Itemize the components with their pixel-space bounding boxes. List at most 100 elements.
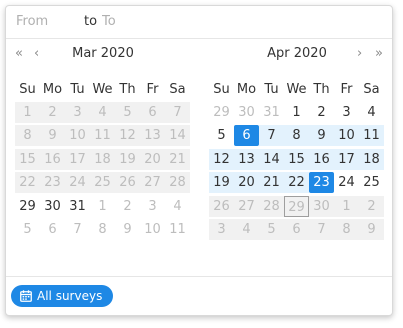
day-cell-disabled: 19 [115, 148, 140, 170]
to-date-input[interactable] [102, 6, 192, 38]
day-cell[interactable]: 1 [284, 102, 309, 123]
day-cell-outside-month[interactable]: 7 [65, 219, 90, 240]
day-cell-disabled: 9 [359, 219, 384, 240]
day-cell-outside-month[interactable]: 5 [15, 219, 40, 240]
day-cell-in-range[interactable]: 19 [209, 172, 234, 193]
day-cell-outside-month[interactable]: 30 [234, 102, 259, 123]
picker-footer: All surveys [6, 276, 392, 315]
day-cell-in-range[interactable]: 16 [309, 148, 334, 170]
day-cell-disabled: 24 [65, 172, 90, 193]
all-surveys-button[interactable]: All surveys [11, 285, 114, 307]
day-cell-in-range[interactable]: 20 [234, 172, 259, 193]
day-cell-disabled: 28 [165, 172, 190, 193]
day-cell-disabled: 8 [15, 125, 40, 146]
day-cell-disabled: 13 [140, 125, 165, 146]
day-cell-selected[interactable]: 6 [234, 125, 259, 146]
day-cell[interactable]: 30 [40, 196, 65, 217]
day-cell-outside-month[interactable]: 1 [90, 196, 115, 217]
next-month-button[interactable]: › [357, 46, 362, 62]
day-cell-disabled: 5 [115, 101, 140, 123]
day-cell-disabled: 2 [40, 101, 65, 123]
day-cell-disabled: 30 [309, 195, 334, 217]
week-row: 3456789 [209, 219, 385, 243]
week-row: 19 20 21 22 23 24 25 [209, 172, 385, 196]
day-cell-disabled: 26 [115, 172, 140, 193]
day-cell-in-range[interactable]: 8 [284, 125, 309, 146]
day-cell-outside-month[interactable]: 8 [90, 219, 115, 240]
day-cell-in-range[interactable]: 10 [334, 125, 359, 146]
day-cell-disabled: 20 [140, 148, 165, 170]
day-cell-disabled: 12 [115, 125, 140, 146]
day-cell-in-range[interactable]: 9 [309, 125, 334, 146]
day-cell[interactable]: 3 [334, 102, 359, 123]
date-range-inputs: to [6, 6, 392, 39]
day-cell-outside-month[interactable]: 10 [140, 219, 165, 240]
weekday-label: We [286, 82, 307, 97]
day-cell-disabled: 14 [165, 125, 190, 146]
weekday-label: Mo [42, 82, 63, 97]
day-cell-in-range[interactable]: 21 [259, 172, 284, 193]
calendar-icon [20, 290, 32, 302]
weekday-label: We [92, 82, 113, 97]
month-title-left: Mar 2020 [72, 46, 134, 61]
next-year-button[interactable]: » [375, 46, 383, 62]
day-cell-selected[interactable]: 23 [309, 172, 334, 193]
day-cell-in-range[interactable]: 13 [234, 148, 259, 170]
day-cell-disabled: 25 [90, 172, 115, 193]
day-cell-disabled: 22 [15, 172, 40, 193]
day-cell[interactable]: 29 [15, 196, 40, 217]
day-cell-in-range[interactable]: 22 [284, 172, 309, 193]
day-cell-in-range[interactable]: 18 [359, 148, 384, 170]
day-cell-in-range[interactable]: 15 [284, 148, 309, 170]
day-cell-outside-month[interactable]: 4 [165, 196, 190, 217]
day-cell-outside-month[interactable]: 2 [115, 196, 140, 217]
day-cell[interactable]: 5 [209, 125, 234, 146]
day-cell-disabled: 7 [165, 101, 190, 123]
day-cell-in-range[interactable]: 7 [259, 125, 284, 146]
day-cell-disabled: 10 [65, 125, 90, 146]
day-cell-outside-month[interactable]: 6 [40, 219, 65, 240]
day-cell-disabled: 27 [140, 172, 165, 193]
week-row: 26 27 28 29 30 1 2 [209, 195, 385, 220]
calendar-header-right: Apr 2020 › » [209, 42, 385, 68]
day-cell[interactable]: 4 [359, 102, 384, 123]
day-cell-disabled: 5 [259, 219, 284, 240]
calendar-month-left: « ‹ Mar 2020 Su Mo Tu We Th Fr Sa 1 2 3 4 5 6 7 8 9 10 1… [15, 42, 191, 243]
day-cell-outside-month[interactable]: 3 [140, 196, 165, 217]
week-row: 12 13 14 15 16 17 18 [209, 148, 385, 173]
weekday-label: Su [19, 82, 36, 97]
day-cell-outside-month[interactable]: 11 [165, 219, 190, 240]
day-cell-disabled: 17 [65, 148, 90, 170]
day-cell[interactable]: 24 [334, 172, 359, 193]
day-cell-outside-month[interactable]: 9 [115, 219, 140, 240]
weekday-label: Mo [236, 82, 257, 97]
day-cell-disabled: 28 [259, 195, 284, 217]
day-cell[interactable]: 2 [309, 102, 334, 123]
day-cell-disabled: 2 [359, 195, 384, 217]
day-cell-disabled: 6 [140, 101, 165, 123]
day-cell-in-range[interactable]: 11 [359, 125, 384, 146]
day-cell-disabled: 21 [165, 148, 190, 170]
day-cell[interactable]: 31 [65, 196, 90, 217]
day-cell[interactable]: 25 [359, 172, 384, 193]
day-cell-outside-month[interactable]: 29 [209, 102, 234, 123]
day-cell-disabled: 15 [15, 148, 40, 170]
day-cell-in-range[interactable]: 12 [209, 148, 234, 170]
weekday-label: Tu [264, 82, 279, 97]
calendar-month-right: Apr 2020 › » Su Mo Tu We Th Fr Sa 29 30 31 1 2 3 4 5 6… [209, 42, 385, 243]
weekday-header-left: Su Mo Tu We Th Fr Sa [15, 78, 191, 102]
week-row: 29 30 31 1 2 3 4 [15, 196, 191, 220]
range-separator: to [84, 14, 98, 29]
week-row: 8 9 10 11 12 13 14 [15, 125, 191, 149]
day-cell-disabled: 4 [90, 101, 115, 123]
calendar-header-left: « ‹ Mar 2020 [15, 42, 191, 68]
day-cell-disabled: 7 [309, 219, 334, 240]
week-row: 29 30 31 1 2 3 4 [209, 102, 385, 126]
day-cell-in-range[interactable]: 17 [334, 148, 359, 170]
from-date-input[interactable] [16, 6, 76, 38]
day-cell-in-range[interactable]: 14 [259, 148, 284, 170]
day-cell-disabled: 27 [234, 195, 259, 217]
weekday-label: Fr [146, 82, 159, 97]
weekday-label: Th [313, 82, 330, 97]
day-cell-outside-month[interactable]: 31 [259, 102, 284, 123]
